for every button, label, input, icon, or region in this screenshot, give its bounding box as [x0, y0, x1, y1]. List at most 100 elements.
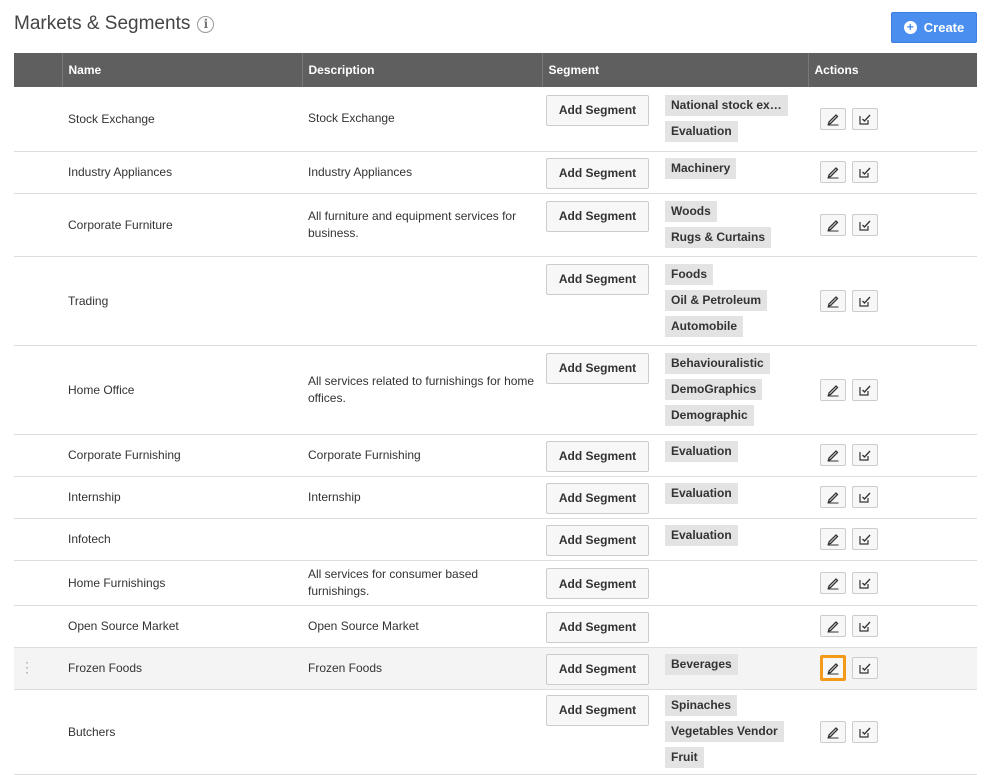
table-row[interactable]: Open Source Market Open Source Market Add …: [14, 605, 977, 648]
segment-tag[interactable]: Automobile: [665, 315, 743, 337]
row-handle-cell: [14, 345, 62, 435]
add-segment-button[interactable]: Add Segment: [546, 482, 649, 514]
row-handle-cell: [14, 193, 62, 257]
segment-tag[interactable]: Vegetables Vendor: [665, 720, 784, 742]
segment-cell: Add Segment Foods Oil & Petroleum Automobil…: [542, 256, 808, 346]
market-name: Open Source Market: [62, 605, 302, 648]
segment-tag[interactable]: Woods: [665, 200, 717, 222]
page-header: Markets & Segments i: [14, 11, 215, 37]
add-segment-button[interactable]: Add Segment: [546, 157, 649, 189]
segment-tag[interactable]: Evaluation: [665, 440, 738, 462]
market-name: Industry Appliances: [62, 151, 302, 194]
table-row[interactable]: Corporate Furnishing Corporate Furnishing…: [14, 434, 977, 477]
table-row[interactable]: ⋮ Frozen Foods Frozen Foods Add Segment Beve…: [14, 647, 977, 690]
assign-button[interactable]: [852, 528, 878, 550]
edit-button[interactable]: [820, 213, 846, 236]
row-handle-cell: [14, 434, 62, 477]
actions-cell: [808, 193, 977, 257]
actions-cell: [808, 476, 977, 519]
edit-button[interactable]: [820, 720, 846, 743]
drag-handle-icon[interactable]: ⋮: [20, 659, 34, 675]
segment-tag[interactable]: Fruit: [665, 746, 704, 768]
row-handle-cell: [14, 518, 62, 561]
table-row[interactable]: Corporate Furniture All furniture and equ…: [14, 193, 977, 257]
assign-button[interactable]: [852, 444, 878, 466]
add-segment-button[interactable]: Add Segment: [546, 263, 649, 295]
market-description: Internship: [302, 476, 542, 519]
assign-button[interactable]: [852, 571, 878, 594]
segment-cell: Add Segment Spinaches Vegetables Vendor Fru…: [542, 689, 808, 775]
segment-tag[interactable]: Beverages: [665, 653, 738, 675]
row-handle-cell: [14, 87, 62, 152]
add-segment-button[interactable]: Add Segment: [546, 440, 649, 472]
add-segment-button[interactable]: Add Segment: [546, 653, 649, 685]
assign-button[interactable]: [852, 720, 878, 743]
segment-tag[interactable]: Foods: [665, 263, 713, 285]
edit-button[interactable]: [820, 444, 846, 466]
add-segment-button[interactable]: Add Segment: [546, 524, 649, 556]
segment-tag[interactable]: Machinery: [665, 157, 737, 179]
table-row[interactable]: Butchers Add Segment Spinaches Vegetables V…: [14, 689, 977, 775]
assign-button[interactable]: [852, 657, 878, 679]
column-header-name[interactable]: Name: [62, 53, 303, 87]
table-row[interactable]: Infotech Add Segment Evaluation: [14, 518, 977, 561]
assign-button[interactable]: [852, 289, 878, 312]
segment-tag[interactable]: Rugs & Curtains: [665, 226, 772, 248]
segment-tag[interactable]: Behaviouralistic: [665, 352, 770, 374]
assign-button[interactable]: [852, 378, 878, 401]
market-name: Corporate Furniture: [62, 193, 302, 257]
segment-tag-list: Beverages: [665, 652, 738, 678]
add-segment-button[interactable]: Add Segment: [546, 694, 649, 726]
segment-tag[interactable]: Demographic: [665, 404, 754, 426]
edit-button[interactable]: [820, 161, 846, 183]
column-header-segment: Segment: [542, 53, 809, 87]
segment-cell: Add Segment: [542, 605, 808, 648]
table-row[interactable]: Home Office All services related to furni…: [14, 345, 977, 435]
edit-button[interactable]: [820, 486, 846, 508]
assign-button[interactable]: [852, 486, 878, 508]
plus-circle-icon: +: [903, 21, 917, 34]
pencil-icon: [827, 167, 839, 179]
info-icon[interactable]: i: [197, 15, 215, 33]
assign-button[interactable]: [852, 213, 878, 236]
assign-button[interactable]: [852, 161, 878, 183]
segment-tag[interactable]: National stock ex…: [665, 94, 788, 116]
table-header-row: Name Description Segment Actions: [14, 53, 977, 87]
edit-button[interactable]: [820, 289, 846, 312]
add-segment-button[interactable]: Add Segment: [546, 611, 649, 643]
assign-button[interactable]: [852, 615, 878, 637]
assign-button[interactable]: [852, 107, 878, 130]
segment-tag-list: Evaluation: [665, 523, 738, 549]
segment-tag[interactable]: Spinaches: [665, 694, 738, 716]
edit-button[interactable]: [820, 528, 846, 550]
row-handle-cell: [14, 476, 62, 519]
edit-button[interactable]: [820, 615, 846, 637]
add-segment-button[interactable]: Add Segment: [546, 200, 649, 232]
table-row[interactable]: Trading Add Segment Foods Oil & Petroleum Au…: [14, 256, 977, 346]
segment-tag[interactable]: DemoGraphics: [665, 378, 763, 400]
segment-tag[interactable]: Evaluation: [665, 524, 738, 546]
table-row[interactable]: Internship Internship Add Segment Evaluatio…: [14, 476, 977, 519]
segment-tag[interactable]: Oil & Petroleum: [665, 289, 768, 311]
add-segment-button[interactable]: Add Segment: [546, 568, 649, 599]
edit-button[interactable]: [820, 571, 846, 594]
segment-tag[interactable]: Evaluation: [665, 120, 738, 142]
column-header-description[interactable]: Description: [302, 53, 543, 87]
add-segment-button[interactable]: Add Segment: [546, 352, 649, 384]
row-handle-cell: [14, 689, 62, 775]
pencil-icon: [827, 726, 839, 738]
table-row[interactable]: Stock Exchange Stock Exchange Add Segment N…: [14, 87, 977, 152]
segment-tag[interactable]: Evaluation: [665, 482, 738, 504]
market-name: Stock Exchange: [62, 87, 302, 152]
table-row[interactable]: Home Furnishings All services for consume…: [14, 560, 977, 606]
pencil-icon: [827, 295, 839, 307]
checkbox-arrow-icon: [859, 220, 871, 231]
edit-button[interactable]: [820, 107, 846, 130]
market-description: Industry Appliances: [302, 151, 542, 194]
edit-button[interactable]: [820, 378, 846, 401]
market-description: Corporate Furnishing: [302, 434, 542, 477]
edit-button[interactable]: [820, 655, 846, 681]
add-segment-button[interactable]: Add Segment: [546, 94, 649, 126]
table-row[interactable]: Industry Appliances Industry Appliances Ad…: [14, 151, 977, 194]
create-button[interactable]: + Create: [891, 12, 977, 43]
